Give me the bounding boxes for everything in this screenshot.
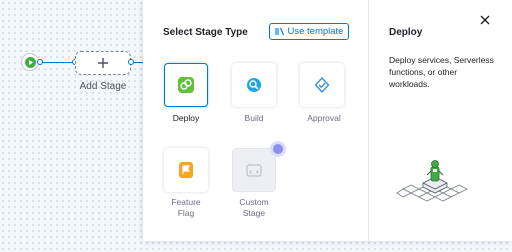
stage-card-build[interactable]: [232, 63, 276, 107]
stage-card-deploy[interactable]: [164, 63, 208, 107]
stage-description-title: Deploy: [389, 27, 423, 38]
deploy-icon: [178, 77, 194, 93]
panel-divider: [368, 0, 369, 241]
stage-label-feature-flag: Feature Flag: [171, 197, 201, 218]
approval-icon: [314, 76, 330, 94]
deploy-illustration: [396, 160, 468, 202]
play-icon: [24, 56, 36, 68]
stage-card-approval[interactable]: [300, 63, 344, 107]
add-stage-button[interactable]: [75, 51, 131, 75]
stage-card-feature-flag[interactable]: [164, 148, 208, 192]
stage-card-custom-stage[interactable]: [232, 148, 276, 192]
connector-line: [42, 62, 75, 63]
new-stage-badge: [273, 144, 283, 154]
template-icon: [274, 27, 284, 36]
stage-description-text: Deploy services, Serverless functions, o…: [389, 55, 494, 89]
use-template-button[interactable]: Use template: [269, 23, 349, 40]
use-template-label: Use template: [287, 26, 344, 37]
close-icon[interactable]: [478, 13, 492, 27]
connector-line: [134, 62, 143, 63]
stage-label-deploy: Deploy: [172, 113, 200, 123]
connector-dot: [37, 59, 43, 65]
custom-stage-icon: [246, 163, 262, 177]
dialog-title: Select Stage Type: [163, 27, 248, 38]
add-stage-label: Add Stage: [79, 81, 127, 92]
build-icon: [247, 78, 261, 92]
stage-label-custom-stage: Custom Stage: [239, 197, 269, 218]
stage-label-build: Build: [244, 113, 264, 123]
stage-label-approval: Approval: [307, 113, 341, 123]
feature-flag-icon: [179, 162, 193, 178]
plus-icon: [98, 58, 108, 68]
